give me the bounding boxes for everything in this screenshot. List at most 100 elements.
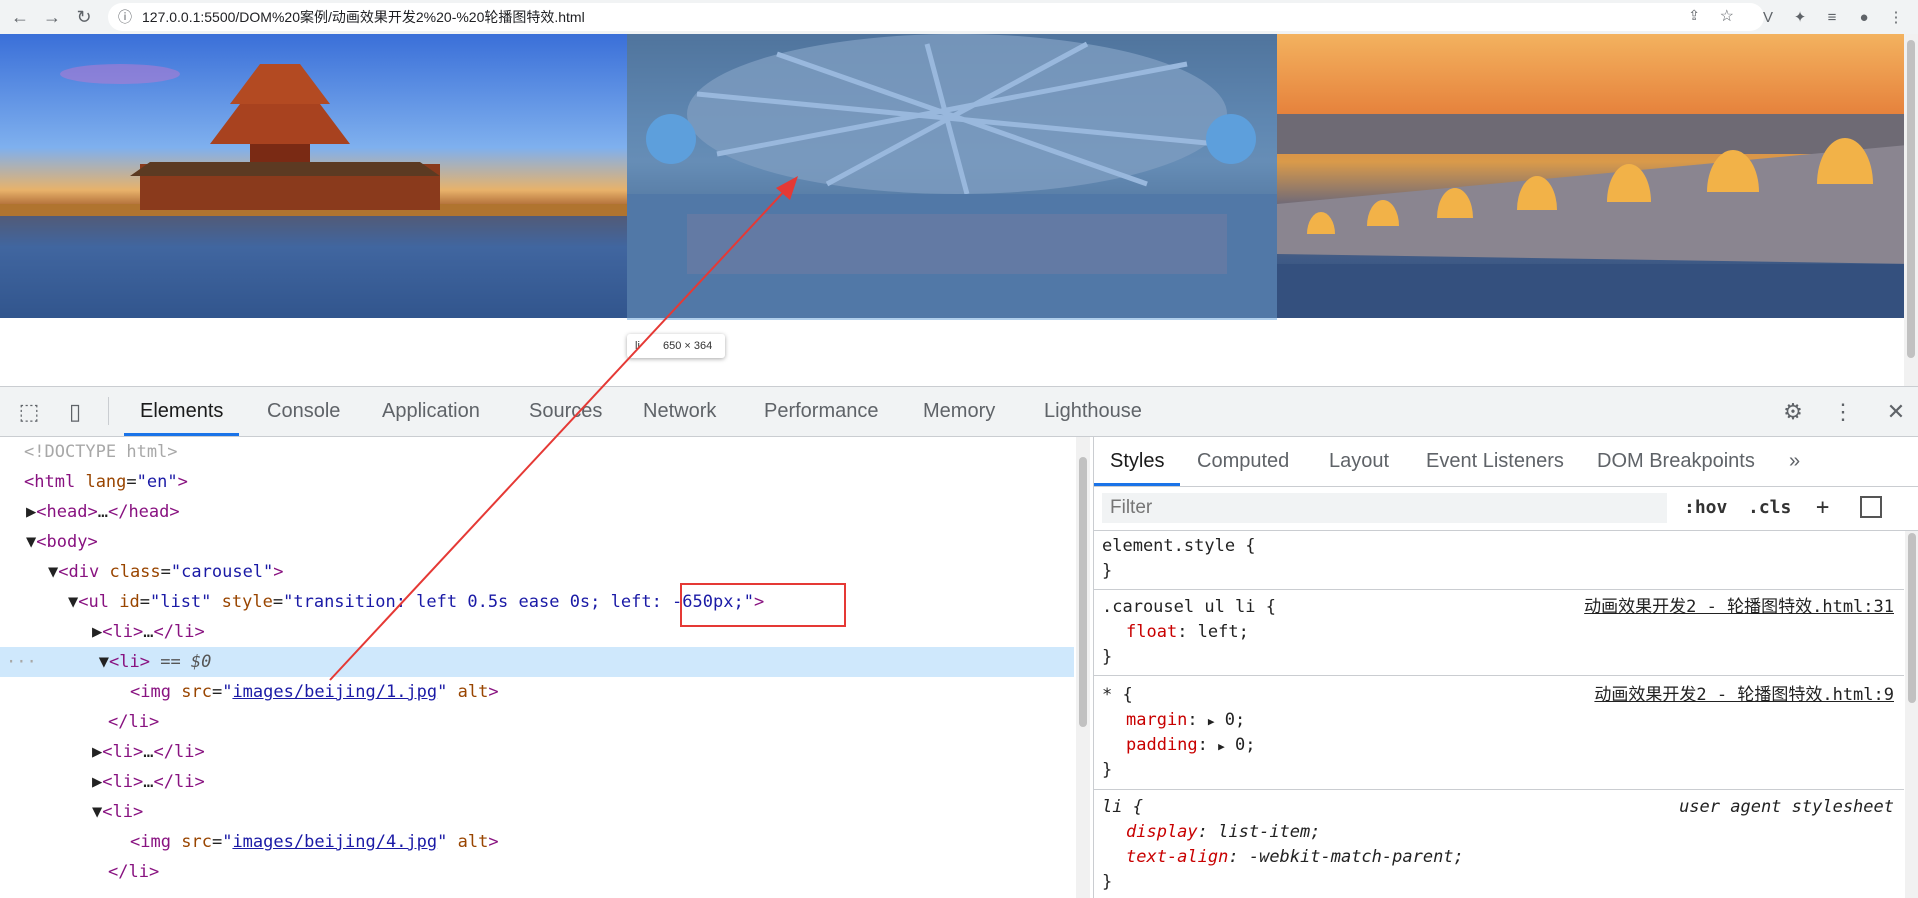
collapse-triangle-icon[interactable]: ▼ — [0, 532, 36, 552]
address-bar[interactable]: ⓘ 127.0.0.1:5500/DOM%20案例/动画效果开发2%20-%20… — [108, 3, 1764, 31]
styles-filter-row: :hov .cls + — [1094, 486, 1918, 531]
carousel-left-arrow-button[interactable] — [646, 114, 696, 164]
tab-performance[interactable]: Performance — [764, 387, 879, 436]
style-rules-list: element.style { } .carousel ul li { 动画效果… — [1094, 531, 1904, 898]
new-style-rule-button[interactable]: + — [1816, 493, 1829, 523]
elements-scrollbar-thumb[interactable] — [1079, 457, 1087, 727]
tab-computed[interactable]: Computed — [1197, 437, 1289, 486]
inspect-element-icon[interactable]: ⬚ — [16, 399, 42, 425]
extensions-icon[interactable]: ✦ — [1790, 8, 1810, 28]
carousel-right-arrow-button[interactable] — [1206, 114, 1256, 164]
dom-body-row[interactable]: ▼<body> — [0, 527, 1074, 557]
expand-triangle-icon[interactable]: ▶ — [0, 502, 36, 522]
tab-elements[interactable]: Elements — [124, 387, 240, 436]
img-tag-name: img — [140, 682, 171, 702]
expand-triangle-icon[interactable]: ▶ — [0, 742, 102, 762]
reading-list-icon[interactable]: ≡ — [1822, 8, 1842, 28]
dom-img-row-4[interactable]: <img src="images/beijing/4.jpg" alt> — [0, 827, 1074, 857]
styles-tabbar: Styles Computed Layout Event Listeners D… — [1094, 437, 1918, 487]
elements-tree[interactable]: <!DOCTYPE html> <html lang="en"> ▶<head>… — [0, 437, 1074, 898]
img-src-link[interactable]: images/beijing/4.jpg — [232, 832, 437, 852]
dom-li-row-1[interactable]: ▶<li>…</li> — [0, 617, 1074, 647]
back-icon[interactable]: ← — [8, 5, 32, 29]
close-icon[interactable]: ✕ — [1883, 399, 1909, 425]
collapse-triangle-icon[interactable]: ▼ — [37, 652, 109, 672]
expand-triangle-icon[interactable]: ▶ — [0, 622, 102, 642]
reload-icon[interactable]: ↻ — [72, 5, 96, 29]
expand-triangle-icon[interactable]: ▶ — [0, 772, 102, 792]
rule-source-link[interactable]: 动画效果开发2 - 轮播图特效.html:31 — [1584, 595, 1894, 620]
settings-gear-icon[interactable]: ⚙ — [1780, 399, 1806, 425]
rule-selector-carousel-li[interactable]: .carousel ul li { — [1102, 595, 1276, 620]
page-vertical-scrollbar[interactable] — [1904, 34, 1918, 386]
rule-separator — [1094, 589, 1904, 590]
head-ellipsis: … — [97, 502, 108, 522]
li-ellipsis: … — [143, 772, 154, 792]
div-tag-name: div — [68, 562, 100, 582]
elements-vertical-scrollbar[interactable] — [1076, 437, 1090, 898]
bookmark-star-icon[interactable]: ☆ — [1720, 6, 1734, 26]
dom-li-row-3[interactable]: ▶<li>…</li> — [0, 737, 1074, 767]
url-text[interactable]: 127.0.0.1:5500/DOM%20案例/动画效果开发2%20-%20轮播… — [142, 3, 585, 31]
collapse-triangle-icon[interactable]: ▼ — [0, 562, 58, 582]
style-property-float[interactable]: float: left; — [1126, 620, 1249, 645]
tab-console[interactable]: Console — [267, 387, 340, 436]
tab-network[interactable]: Network — [643, 387, 716, 436]
dom-li-row-selected[interactable]: ··· ▼<li> == $0 — [0, 647, 1074, 677]
dom-carousel-div-row[interactable]: ▼<div class="carousel"> — [0, 557, 1074, 587]
rule-selector-element-style[interactable]: element.style { — [1102, 534, 1256, 559]
style-property-margin[interactable]: margin: ▶ 0; — [1126, 708, 1245, 733]
alt-attr-name: alt — [457, 682, 489, 702]
vue-devtools-icon[interactable]: V — [1758, 8, 1778, 28]
li-close-tag: li — [173, 742, 195, 762]
collapse-triangle-icon[interactable]: ▼ — [0, 592, 78, 612]
row-actions-dots[interactable]: ··· — [0, 652, 37, 672]
rule-selector-universal[interactable]: * { — [1102, 683, 1133, 708]
tab-styles[interactable]: Styles — [1094, 437, 1181, 486]
profile-avatar-icon[interactable]: ● — [1854, 8, 1874, 28]
share-icon[interactable]: ⇪ — [1688, 7, 1700, 24]
style-property-padding[interactable]: padding: ▶ 0; — [1126, 733, 1256, 758]
tab-memory[interactable]: Memory — [923, 387, 995, 436]
dom-html-row[interactable]: <html lang="en"> — [0, 467, 1074, 497]
tab-dom-breakpoints[interactable]: DOM Breakpoints — [1597, 437, 1755, 486]
tab-event-listeners[interactable]: Event Listeners — [1426, 437, 1564, 486]
tab-sources[interactable]: Sources — [529, 387, 602, 436]
rule-source-link[interactable]: 动画效果开发2 - 轮播图特效.html:9 — [1594, 683, 1894, 708]
collapse-triangle-icon[interactable]: ▼ — [0, 802, 102, 822]
device-toolbar-icon[interactable]: ▯ — [62, 399, 88, 425]
rule-selector-li-user-agent[interactable]: li { — [1102, 795, 1143, 820]
seventeen-arch-bridge-image — [1277, 114, 1918, 318]
dom-li-close-row[interactable]: </li> — [0, 707, 1074, 737]
tab-layout[interactable]: Layout — [1329, 437, 1389, 486]
page-vertical-scrollbar-thumb[interactable] — [1907, 40, 1915, 358]
tab-application[interactable]: Application — [382, 387, 480, 436]
ul-id-attr-value: list — [160, 592, 202, 612]
styles-filter-input[interactable] — [1102, 493, 1667, 523]
styles-scrollbar-thumb[interactable] — [1908, 533, 1916, 703]
more-options-icon[interactable]: ⋮ — [1830, 399, 1856, 425]
styles-vertical-scrollbar[interactable] — [1905, 531, 1918, 898]
dom-li-row-5[interactable]: ▼<li> — [0, 797, 1074, 827]
img-src-link[interactable]: images/beijing/1.jpg — [232, 682, 437, 702]
hover-state-toggle[interactable]: :hov — [1684, 493, 1727, 523]
dom-li-row-4[interactable]: ▶<li>…</li> — [0, 767, 1074, 797]
dom-doctype-row[interactable]: <!DOCTYPE html> — [0, 437, 1074, 467]
dom-li-close-row[interactable]: </li> — [0, 857, 1074, 887]
toolbar-divider — [108, 397, 109, 425]
ul-style-value-transition[interactable]: transition: left 0.5s ease 0s; — [293, 592, 610, 612]
styles-sidebar: Styles Computed Layout Event Listeners D… — [1093, 437, 1918, 898]
browser-menu-icon[interactable]: ⋮ — [1886, 8, 1906, 28]
style-property-text-align[interactable]: text-align: -webkit-match-parent; — [1126, 845, 1464, 870]
info-icon[interactable]: ⓘ — [118, 3, 132, 31]
dom-head-row[interactable]: ▶<head>…</head> — [0, 497, 1074, 527]
dom-img-row-1[interactable]: <img src="images/beijing/1.jpg" alt> — [0, 677, 1074, 707]
more-tabs-chevron-icon[interactable]: » — [1789, 437, 1800, 486]
carousel-slide-forbidden-city — [0, 34, 627, 318]
style-property-display[interactable]: display: list-item; — [1126, 820, 1321, 845]
dom-ul-row[interactable]: ▼<ul id="list" style="transition: left 0… — [0, 587, 1074, 617]
class-toggle[interactable]: .cls — [1748, 493, 1791, 523]
toggle-sidebar-icon[interactable] — [1860, 496, 1882, 518]
tab-lighthouse[interactable]: Lighthouse — [1044, 387, 1142, 436]
forward-icon[interactable]: → — [40, 5, 64, 29]
